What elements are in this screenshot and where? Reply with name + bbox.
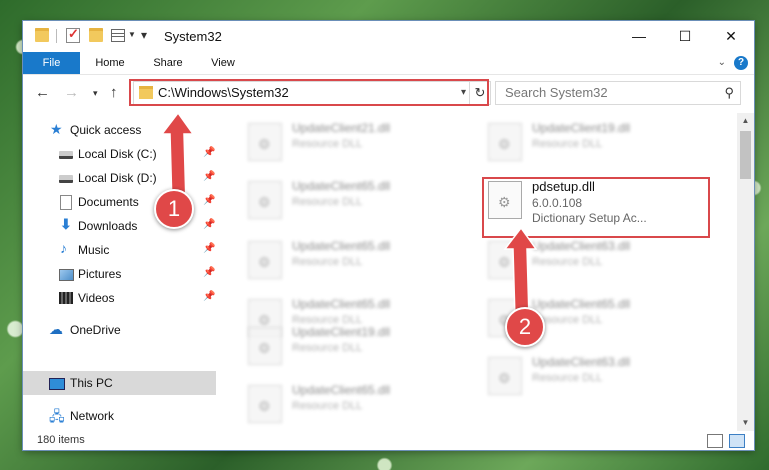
step-1-badge: 1: [154, 189, 194, 229]
step-2-badge: 2: [505, 307, 545, 347]
annotation-arrows: [160, 111, 538, 319]
arrow-2: [503, 226, 538, 319]
